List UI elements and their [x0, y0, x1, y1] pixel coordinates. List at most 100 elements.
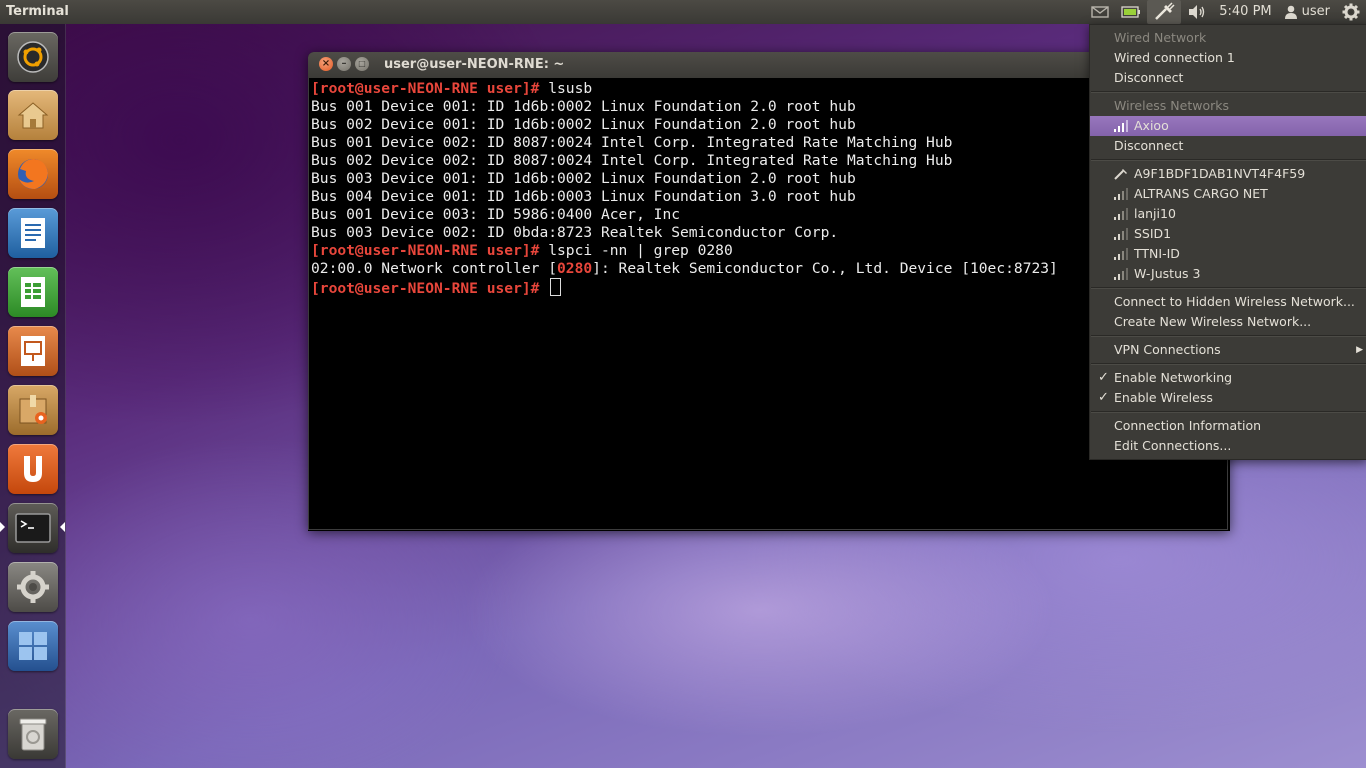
output-highlight: 0280 — [557, 260, 593, 277]
maximize-icon: □ — [358, 59, 366, 68]
launcher-terminal[interactable] — [8, 503, 58, 553]
signal-strength-icon — [1114, 228, 1128, 240]
command-text — [539, 280, 548, 297]
writer-icon — [21, 218, 45, 248]
menu-separator — [1091, 287, 1366, 289]
menu-separator — [1091, 159, 1366, 161]
signal-strength-icon — [1114, 268, 1128, 280]
launcher-software-center[interactable] — [8, 385, 58, 435]
minimize-icon: – — [341, 58, 347, 69]
menu-item-active-network[interactable]: Axioo — [1090, 116, 1366, 136]
checkmark-icon: ✓ — [1098, 370, 1109, 385]
menu-item-wired-connection[interactable]: Wired connection 1 — [1090, 48, 1366, 68]
launcher-calc[interactable] — [8, 267, 58, 317]
output-text: Bus 001 Device 001: ID 1d6b:0002 Linux F… — [311, 98, 856, 115]
menu-item-wireless-network[interactable]: W-Justus 3 — [1090, 264, 1366, 284]
menu-separator — [1091, 363, 1366, 365]
signal-strength-icon — [1114, 208, 1128, 220]
trash-icon — [19, 718, 47, 751]
menu-item-wireless-network[interactable]: TTNI-ID — [1090, 244, 1366, 264]
launcher-dash-button[interactable] — [8, 32, 58, 82]
launcher-workspace-switcher[interactable] — [8, 621, 58, 671]
launcher-ubuntu-one[interactable] — [8, 444, 58, 494]
output-text: Bus 002 Device 001: ID 1d6b:0002 Linux F… — [311, 116, 856, 133]
calc-icon — [21, 277, 45, 307]
launcher-system-settings[interactable] — [8, 562, 58, 612]
output-text: Bus 003 Device 001: ID 1d6b:0002 Linux F… — [311, 170, 856, 187]
gear-icon[interactable] — [1336, 0, 1366, 24]
launcher-impress[interactable] — [8, 326, 58, 376]
menu-item-connect-hidden[interactable]: Connect to Hidden Wireless Network... — [1090, 292, 1366, 312]
volume-icon[interactable] — [1181, 0, 1213, 24]
network-name: TTNI-ID — [1134, 246, 1180, 261]
firefox-icon — [18, 159, 48, 189]
close-icon: × — [321, 58, 331, 69]
mail-icon[interactable] — [1085, 0, 1115, 24]
launcher — [0, 24, 66, 768]
indicator-tray: 5:40 PM user — [1085, 0, 1366, 24]
active-indicator-right — [60, 522, 65, 532]
app-title: Terminal — [6, 4, 69, 19]
launcher-writer[interactable] — [8, 208, 58, 258]
launcher-trash[interactable] — [8, 709, 58, 759]
clock[interactable]: 5:40 PM — [1213, 0, 1277, 24]
wireless-networks-header: Wireless Networks — [1114, 98, 1229, 113]
user-icon — [1284, 5, 1297, 19]
maximize-button[interactable]: □ — [355, 57, 369, 71]
command-text: lspci -nn | grep 0280 — [539, 242, 733, 259]
user-menu[interactable]: user — [1278, 0, 1336, 24]
wired-network-header: Wired Network — [1114, 30, 1207, 45]
menu-item-edit-connections[interactable]: Edit Connections... — [1090, 436, 1366, 456]
running-indicator-left — [0, 522, 5, 532]
launcher-home-folder[interactable] — [8, 90, 58, 140]
top-panel: Terminal 5:40 PM user — [0, 0, 1366, 24]
impress-icon — [21, 336, 45, 366]
shell-prompt: [root@user-NEON-RNE user]# — [311, 242, 540, 259]
menu-item-create-new[interactable]: Create New Wireless Network... — [1090, 312, 1366, 332]
signal-strength-icon — [1114, 188, 1128, 200]
menu-item-wireless-network[interactable]: ALTRANS CARGO NET — [1090, 184, 1366, 204]
menu-item-connection-information[interactable]: Connection Information — [1090, 416, 1366, 436]
secured-network-icon — [1114, 169, 1127, 180]
menu-item-wired-disconnect[interactable]: Disconnect — [1090, 68, 1366, 88]
close-button[interactable]: × — [319, 57, 333, 71]
command-text: lsusb — [539, 80, 593, 97]
home-folder-icon — [17, 102, 49, 129]
network-name: A9F1BDF1DAB1NVT4F4F59 — [1134, 166, 1306, 181]
signal-strength-icon — [1114, 248, 1128, 260]
ubuntu-one-icon — [24, 456, 42, 482]
output-text: Bus 001 Device 003: ID 5986:0400 Acer, I… — [311, 206, 681, 223]
submenu-arrow-icon: ▶ — [1356, 345, 1363, 355]
checkmark-icon: ✓ — [1098, 390, 1109, 405]
shell-prompt: [root@user-NEON-RNE user]# — [311, 280, 540, 297]
output-post: ]: Realtek Semiconductor Co., Ltd. Devic… — [592, 260, 1058, 277]
clock-time: 5:40 PM — [1219, 4, 1272, 19]
launcher-firefox[interactable] — [8, 149, 58, 199]
software-center-icon — [19, 395, 47, 424]
window-title: user@user-NEON-RNE: ~ — [384, 57, 565, 72]
menu-item-wireless-network[interactable]: A9F1BDF1DAB1NVT4F4F59 — [1090, 164, 1366, 184]
menu-separator — [1091, 335, 1366, 337]
menu-item-wireless-disconnect[interactable]: Disconnect — [1090, 136, 1366, 156]
network-icon[interactable] — [1147, 0, 1182, 24]
menu-separator — [1091, 91, 1366, 93]
minimize-button[interactable]: – — [337, 57, 351, 71]
output-text: Bus 003 Device 002: ID 0bda:8723 Realtek… — [311, 224, 839, 241]
shell-prompt: [root@user-NEON-RNE user]# — [311, 80, 540, 97]
settings-icon — [17, 571, 49, 603]
signal-strength-icon — [1114, 120, 1128, 132]
ubuntu-logo-icon — [17, 41, 49, 73]
menu-item-wireless-network[interactable]: lanji10 — [1090, 204, 1366, 224]
menu-item-enable-wireless[interactable]: ✓ Enable Wireless — [1090, 388, 1366, 408]
menu-item-enable-networking[interactable]: ✓ Enable Networking — [1090, 368, 1366, 388]
network-name: ALTRANS CARGO NET — [1134, 186, 1268, 201]
menu-item-wireless-network[interactable]: SSID1 — [1090, 224, 1366, 244]
network-menu: Wired Network Wired connection 1 Disconn… — [1089, 24, 1366, 460]
network-name: SSID1 — [1134, 226, 1172, 241]
terminal-icon — [15, 513, 51, 543]
output-text: Bus 002 Device 002: ID 8087:0024 Intel C… — [311, 152, 953, 169]
output-text: Bus 001 Device 002: ID 8087:0024 Intel C… — [311, 134, 953, 151]
menu-item-vpn-connections[interactable]: VPN Connections ▶ — [1090, 340, 1366, 360]
workspaces-icon — [19, 632, 47, 660]
battery-icon[interactable] — [1115, 0, 1147, 24]
